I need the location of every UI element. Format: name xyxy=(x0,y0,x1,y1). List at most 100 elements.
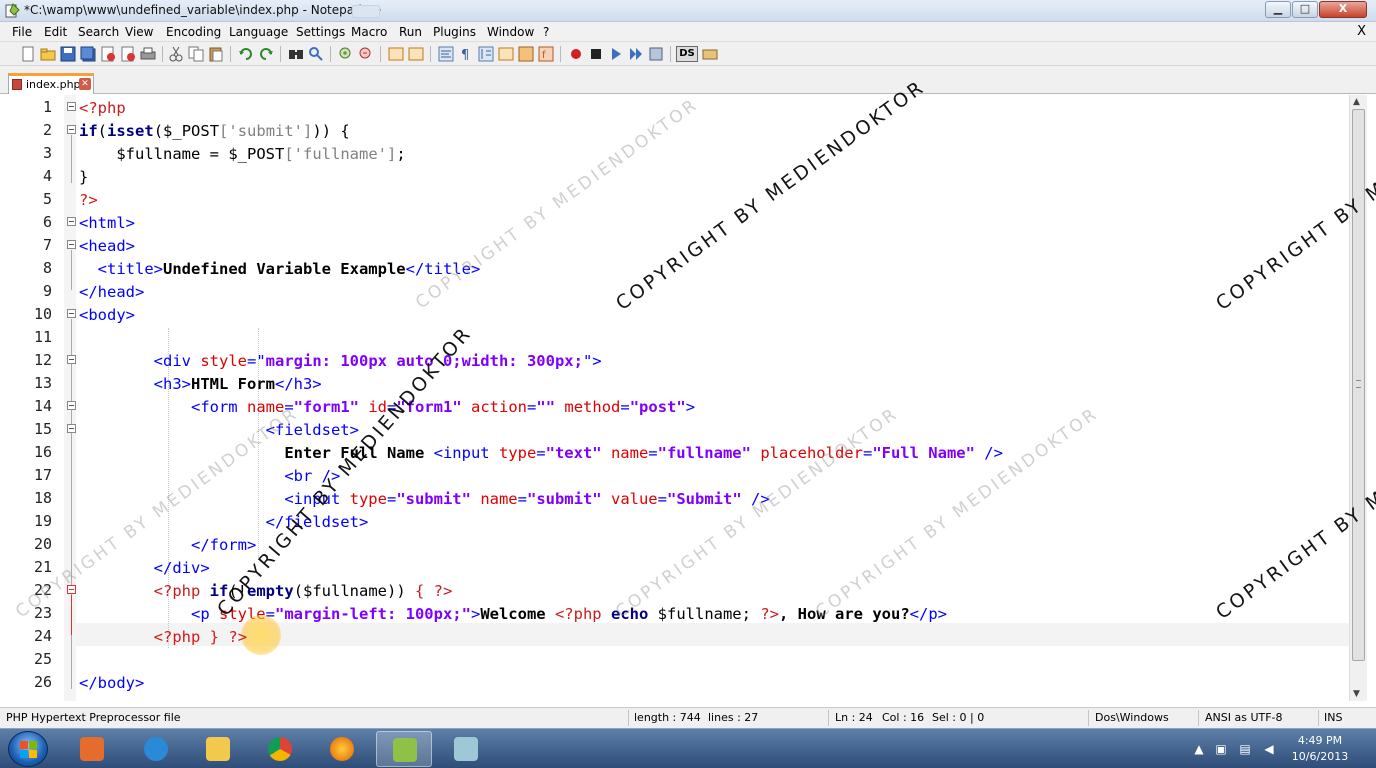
fold-marker[interactable] xyxy=(67,355,76,364)
new-file-icon[interactable] xyxy=(20,46,36,62)
code-line-21: </div> xyxy=(153,559,210,577)
menu-window[interactable]: Window xyxy=(487,25,534,39)
windows-taskbar: ▲ ▣ ▤ ◀ 4:49 PM 10/6/2013 xyxy=(0,728,1376,768)
ds-plugin-button[interactable]: DS xyxy=(676,46,698,62)
save-icon[interactable] xyxy=(60,46,76,62)
window-title: *C:\wamp\www\undefined_variable\index.ph… xyxy=(24,3,382,17)
code-line-15: <fieldset> xyxy=(265,421,359,439)
function-list-icon[interactable]: f xyxy=(538,46,554,62)
line-number: 15 xyxy=(33,420,52,438)
status-encoding[interactable]: ANSI as UTF-8 xyxy=(1205,711,1283,724)
taskbar-firefox[interactable] xyxy=(314,731,370,767)
line-number: 23 xyxy=(33,604,52,622)
open-file-icon[interactable] xyxy=(40,46,56,62)
find-icon[interactable] xyxy=(288,46,304,62)
save-macro-icon[interactable] xyxy=(648,46,664,62)
indent-guide-icon[interactable] xyxy=(478,46,494,62)
menu-macro[interactable]: Macro xyxy=(351,25,387,39)
menu-language[interactable]: Language xyxy=(229,25,288,39)
close-window-button[interactable]: X xyxy=(1319,1,1367,18)
taskbar-file-explorer[interactable] xyxy=(190,731,246,767)
show-all-chars-icon[interactable]: ¶ xyxy=(458,46,474,62)
maximize-button[interactable]: □ xyxy=(1292,1,1318,18)
tray-device-icon[interactable]: ▣ xyxy=(1214,742,1228,756)
line-number: 12 xyxy=(33,351,52,369)
fold-marker[interactable] xyxy=(67,125,76,134)
stop-macro-icon[interactable] xyxy=(588,46,604,62)
line-number: 8 xyxy=(42,259,52,277)
redo-icon[interactable] xyxy=(258,46,274,62)
taskbar-chrome[interactable] xyxy=(252,731,308,767)
tray-volume-icon[interactable]: ◀ xyxy=(1262,742,1276,756)
zoom-out-icon[interactable] xyxy=(358,46,374,62)
code-line-14: <form name="form1" id="form1" action="" … xyxy=(190,398,696,416)
tab-index-php[interactable]: index.php ✕ xyxy=(8,73,94,94)
menu-settings[interactable]: Settings xyxy=(296,25,345,39)
status-eol-format[interactable]: Dos\Windows xyxy=(1095,711,1169,724)
close-document-x[interactable]: X xyxy=(1357,24,1366,39)
menu-run[interactable]: Run xyxy=(399,25,422,39)
status-insert-mode[interactable]: INS xyxy=(1324,711,1342,724)
record-macro-icon[interactable] xyxy=(568,46,584,62)
line-number: 22 xyxy=(33,581,52,599)
taskbar-notepadpp[interactable] xyxy=(376,731,432,767)
scroll-up-icon[interactable]: ▲ xyxy=(1353,97,1360,107)
sync-vertical-icon[interactable] xyxy=(388,46,404,62)
status-length: length : 744 xyxy=(634,711,701,724)
vertical-scrollbar[interactable]: ▲ ▼ xyxy=(1349,95,1367,701)
close-file-icon[interactable] xyxy=(100,46,116,62)
svg-text:f: f xyxy=(542,50,546,61)
taskbar-media-player[interactable] xyxy=(64,731,120,767)
tray-clock-date[interactable]: 10/6/2013 xyxy=(1280,750,1360,763)
tray-network-icon[interactable]: ▤ xyxy=(1238,742,1252,756)
fold-marker[interactable] xyxy=(67,102,76,111)
paste-icon[interactable] xyxy=(208,46,224,62)
menu-plugins[interactable]: Plugins xyxy=(433,25,476,39)
print-icon[interactable] xyxy=(140,46,156,62)
fold-marker-active[interactable] xyxy=(67,585,76,594)
taskbar-app[interactable] xyxy=(438,731,494,767)
scroll-down-icon[interactable]: ▼ xyxy=(1353,689,1360,699)
word-wrap-icon[interactable] xyxy=(438,46,454,62)
minimize-button[interactable]: ▁ xyxy=(1265,1,1291,18)
replace-icon[interactable] xyxy=(308,46,324,62)
fold-marker[interactable] xyxy=(67,309,76,318)
code-line-22: <?php if(!empty($fullname)) { ?> xyxy=(153,582,453,600)
fold-marker[interactable] xyxy=(67,240,76,249)
user-language-icon[interactable] xyxy=(498,46,514,62)
line-number: 16 xyxy=(33,443,52,461)
doc-map-icon[interactable] xyxy=(518,46,534,62)
run-macro-multiple-icon[interactable] xyxy=(628,46,644,62)
tab-close-icon[interactable]: ✕ xyxy=(79,78,91,90)
menu-help[interactable]: ? xyxy=(543,25,549,39)
code-line-7: <head> xyxy=(79,237,135,255)
tab-label: index.php xyxy=(26,78,81,91)
tray-expand-icon[interactable]: ▲ xyxy=(1192,742,1206,756)
menu-file[interactable]: File xyxy=(12,25,32,39)
start-button[interactable] xyxy=(8,731,48,767)
sync-horizontal-icon[interactable] xyxy=(408,46,424,62)
line-number: 10 xyxy=(33,305,52,323)
tray-clock-time[interactable]: 4:49 PM xyxy=(1280,734,1360,747)
fold-marker[interactable] xyxy=(67,217,76,226)
fold-marker[interactable] xyxy=(67,424,76,433)
chrome-icon xyxy=(268,737,292,761)
zoom-in-icon[interactable] xyxy=(338,46,354,62)
play-macro-icon[interactable] xyxy=(608,46,624,62)
menu-search[interactable]: Search xyxy=(78,25,119,39)
fold-marker[interactable] xyxy=(67,401,76,410)
taskbar-internet-explorer[interactable] xyxy=(128,731,184,767)
save-all-icon[interactable] xyxy=(80,46,96,62)
menu-edit[interactable]: Edit xyxy=(44,25,67,39)
cut-icon[interactable] xyxy=(168,46,184,62)
line-number: 13 xyxy=(33,374,52,392)
code-editor[interactable]: 1 2 3 4 5 6 7 8 9 10 11 12 13 14 15 16 1… xyxy=(8,95,1370,701)
close-all-icon[interactable] xyxy=(120,46,136,62)
copy-icon[interactable] xyxy=(188,46,204,62)
scroll-thumb[interactable] xyxy=(1352,109,1365,661)
code-line-13: <h3>HTML Form</h3> xyxy=(153,375,322,393)
menu-encoding[interactable]: Encoding xyxy=(166,25,221,39)
plugin-tool-icon[interactable] xyxy=(702,46,718,62)
undo-icon[interactable] xyxy=(238,46,254,62)
menu-view[interactable]: View xyxy=(125,25,153,39)
